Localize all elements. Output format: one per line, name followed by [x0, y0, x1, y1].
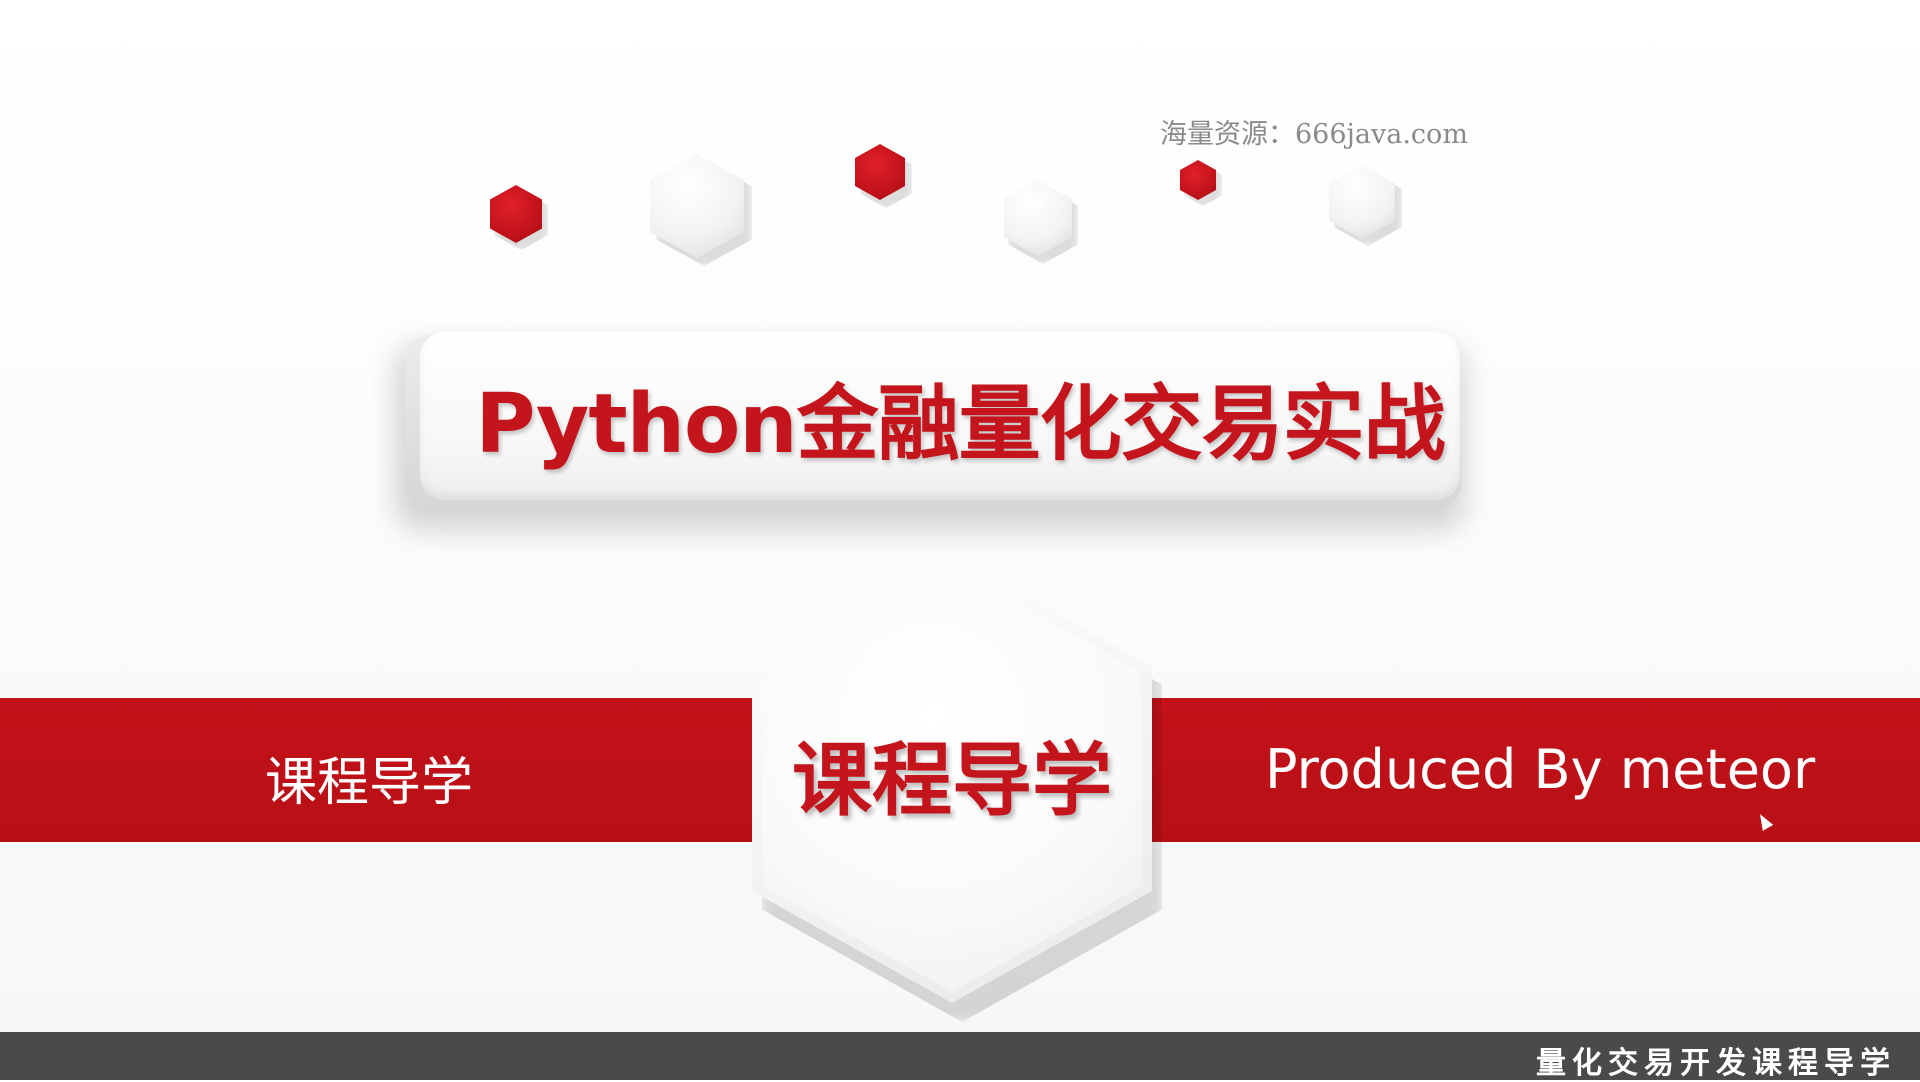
hexagon-label: 课程导学: [792, 734, 1112, 827]
course-title: Python金融量化交易实战: [475, 376, 1445, 472]
watermark-text: 海量资源：666java.com: [1160, 119, 1468, 150]
banner-credit: Produced By meteor: [1265, 738, 1816, 801]
title-card: Python金融量化交易实战: [420, 332, 1460, 500]
subtitle-bar: 量化交易开发课程导学: [0, 1032, 1920, 1081]
subtitle-caption: 量化交易开发课程导学: [1536, 1046, 1896, 1081]
banner-left-label: 课程导学: [265, 753, 474, 813]
slide-canvas: 海量资源：666java.com Python金融量化交易实战 课程导学 Pro…: [0, 0, 1920, 1032]
